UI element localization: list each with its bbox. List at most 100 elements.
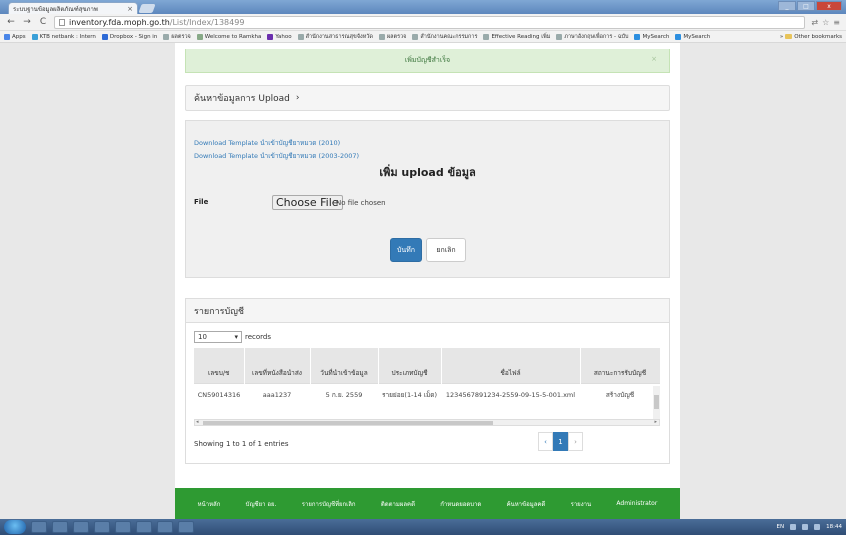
start-button[interactable] [4, 520, 26, 534]
download-template-link-2010[interactable]: Download Template นำเข้าบัญชียาหมวด (201… [194, 138, 340, 148]
page-length-value: 10 [198, 333, 207, 341]
upload-heading: เพิ่ม upload ข้อมูล [379, 166, 476, 179]
url-input[interactable]: inventory.fda.moph.go.th/List/Index/1384… [54, 15, 806, 29]
alert-close-icon[interactable]: × [651, 55, 657, 63]
bookmark-item[interactable]: Apps [4, 33, 26, 40]
footer-nav-item[interactable]: รายงาน [571, 499, 592, 509]
pagination-page-1[interactable]: 1 [553, 432, 568, 451]
pagination-next[interactable]: › [568, 432, 583, 451]
system-tray: EN 18:44 [777, 524, 842, 530]
maximize-button[interactable]: □ [797, 1, 815, 11]
bookmark-item[interactable]: Dropbox - Sign in [101, 33, 158, 40]
bookmark-item[interactable]: MySearch [675, 33, 711, 40]
taskbar-excel-icon[interactable] [94, 521, 110, 533]
bookmark-label: Apps [12, 33, 26, 40]
footer-nav-item[interactable]: กำหนดยอดบาด [440, 499, 481, 509]
taskbar-word-icon[interactable] [178, 521, 194, 533]
footer-nav-item[interactable]: Administrator [616, 500, 657, 507]
bookmark-label: MySearch [683, 33, 711, 40]
upload-panel: Download Template นำเข้าบัญชียาหมวด (201… [185, 120, 670, 278]
close-window-button[interactable]: x [816, 1, 842, 11]
column-header[interactable]: เลขบ/ช [194, 348, 245, 383]
back-icon[interactable]: ← [6, 17, 16, 27]
volume-icon[interactable] [814, 524, 821, 530]
bookmark-item[interactable]: Effective Reading เพิ่ม [483, 33, 550, 41]
bookmark-item[interactable]: สำนักงานสาธารณสุขจังหวัด [297, 33, 373, 41]
url-path: /List/Index/138499 [169, 17, 245, 27]
bookmark-item[interactable]: Welcome to Ramkha [196, 33, 261, 40]
table-body: CN59014316 aaa1237 5 ก.ย. 2559 รายย่อย(1-14… [194, 382, 660, 407]
column-header[interactable]: ชื่อไฟล์ [441, 348, 581, 383]
bookmark-item[interactable]: สำนักงานคณะกรรมการ [412, 33, 477, 41]
bookmark-label: สำนักงานคณะกรรมการ [420, 33, 478, 40]
save-button[interactable]: บันทึก [390, 238, 422, 262]
scroll-left-icon[interactable]: ◂ [196, 419, 199, 425]
taskbar-ie-icon[interactable] [31, 521, 47, 533]
file-label: File [194, 198, 209, 206]
column-header[interactable]: เลขที่หนังสือนำส่ง [244, 348, 311, 383]
taskbar-folder-icon[interactable] [52, 521, 68, 533]
footer-nav-item[interactable]: ติดตามผลคดี [381, 499, 415, 509]
footer-nav-item[interactable]: บัญชียา อย. [246, 499, 277, 509]
tab-close-icon[interactable]: × [127, 5, 133, 13]
file-status: No file chosen [336, 199, 386, 207]
bookmark-label: ภาษาอังกฤษเพื่อการ - ฉบับ [564, 33, 629, 40]
taskbar-powerpoint-icon[interactable] [73, 521, 89, 533]
star-icon[interactable]: ☆ [822, 18, 829, 27]
table-info: Showing 1 to 1 of 1 entries [194, 440, 289, 448]
bookmark-item[interactable]: ผลตรวจ [378, 33, 406, 41]
search-panel-title: ค้นหาข้อมูลการ Upload [194, 94, 290, 104]
translate-icon[interactable]: ⇄ [811, 18, 818, 27]
reload-icon[interactable]: C [38, 17, 48, 27]
download-template-link-2003[interactable]: Download Template นำเข้าบัญชียาหมวด (200… [194, 151, 359, 161]
column-header[interactable]: วันที่นำเข้าข้อมูล [310, 348, 379, 383]
column-header[interactable]: สถานะการรับบัญชี [580, 348, 661, 383]
success-alert: เพิ่มบัญชีสำเร็จ × [185, 49, 670, 73]
bookmark-item[interactable]: Yahoo [267, 33, 292, 40]
other-bookmarks[interactable]: » Other bookmarks [780, 34, 842, 40]
bookmark-label: Dropbox - Sign in [109, 33, 158, 40]
more-bookmarks-icon[interactable]: » [780, 34, 783, 40]
bookmark-label: Effective Reading เพิ่ม [491, 33, 551, 40]
browser-tab[interactable]: ระบบฐานข้อมูลผลิตภัณฑ์สุขภาพ × [8, 2, 138, 14]
flag-icon[interactable] [790, 524, 797, 530]
table-cell: 5 ก.ย. 2559 [310, 382, 378, 407]
language-indicator[interactable]: EN [777, 524, 785, 530]
table-vertical-scrollbar[interactable] [653, 386, 660, 419]
scroll-right-icon[interactable]: ▸ [654, 419, 657, 425]
forward-icon[interactable]: → [22, 17, 32, 27]
clock[interactable]: 18:44 [826, 524, 842, 530]
cancel-button[interactable]: ยกเลิก [426, 238, 466, 262]
bookmark-icon [412, 33, 419, 40]
folder-icon [785, 34, 793, 39]
column-header[interactable]: ประเภทบัญชี [378, 348, 442, 383]
page-length-select[interactable]: 10 ▾ [194, 331, 242, 343]
table-cell: สร้างบัญชี [580, 382, 660, 407]
taskbar-chrome-icon[interactable] [115, 521, 131, 533]
table-horizontal-scrollbar[interactable]: ◂ ▸ [194, 419, 660, 426]
footer-nav-item[interactable]: หน้าหลัก [198, 499, 221, 509]
tab-title: ระบบฐานข้อมูลผลิตภัณฑ์สุขภาพ [13, 5, 98, 13]
bookmark-item[interactable]: ภาษาอังกฤษเพื่อการ - ฉบับ [556, 33, 628, 41]
bookmark-label: MySearch [642, 33, 670, 40]
choose-file-button[interactable]: Choose File [272, 195, 343, 210]
page-length-control: 10 ▾ records [194, 331, 271, 343]
menu-icon[interactable]: ≡ [833, 18, 840, 27]
taskbar-app-icon[interactable] [157, 521, 173, 533]
new-tab-button[interactable] [138, 4, 156, 13]
minimize-button[interactable]: _ [778, 1, 796, 11]
search-upload-panel[interactable]: ค้นหาข้อมูลการ Upload › [185, 85, 670, 111]
network-icon[interactable] [802, 524, 809, 530]
table-row[interactable]: CN59014316 aaa1237 5 ก.ย. 2559 รายย่อย(1-14… [194, 382, 660, 407]
bookmark-icon [675, 33, 682, 40]
bookmark-icon [297, 33, 304, 40]
footer-nav-item[interactable]: รายการบัญชีที่ยกเลิก [302, 499, 356, 509]
bookmark-item[interactable]: KTB netbank : Intern [31, 33, 96, 40]
pagination-prev[interactable]: ‹ [538, 432, 553, 451]
address-bar-icons: ⇄ ☆ ≡ [811, 18, 840, 27]
bookmarks-bar: Apps KTB netbank : Intern Dropbox - Sign i… [0, 31, 846, 43]
bookmark-item[interactable]: MySearch [634, 33, 670, 40]
footer-nav-item[interactable]: ค้นหาข้อมูลคดี [507, 499, 546, 509]
bookmark-item[interactable]: ผลตรวจ [163, 33, 191, 41]
taskbar-window-icon[interactable] [136, 521, 152, 533]
